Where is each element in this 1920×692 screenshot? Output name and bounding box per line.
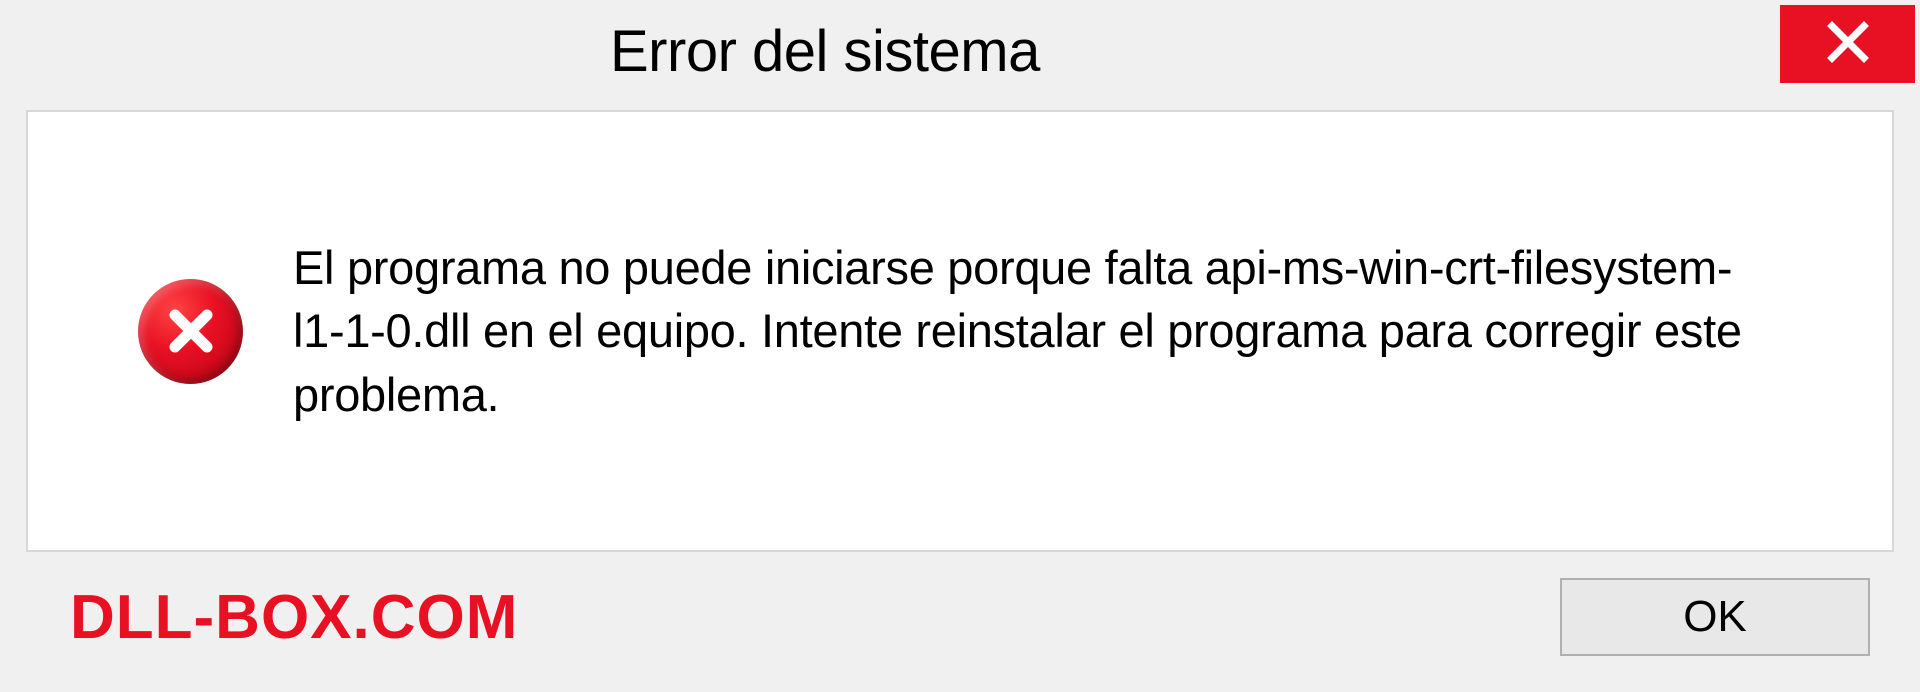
error-message: El programa no puede iniciarse porque fa…	[293, 236, 1782, 426]
error-icon	[138, 279, 243, 384]
close-button[interactable]	[1780, 5, 1915, 83]
ok-button[interactable]: OK	[1560, 578, 1870, 656]
title-bar: Error del sistema	[0, 0, 1920, 100]
error-dialog: Error del sistema El programa no puede i…	[0, 0, 1920, 692]
footer-bar: DLL-BOX.COM OK	[0, 552, 1920, 692]
dialog-title: Error del sistema	[0, 0, 1040, 85]
watermark-text: DLL-BOX.COM	[70, 582, 518, 653]
close-icon	[1826, 20, 1870, 69]
content-area: El programa no puede iniciarse porque fa…	[26, 110, 1894, 552]
